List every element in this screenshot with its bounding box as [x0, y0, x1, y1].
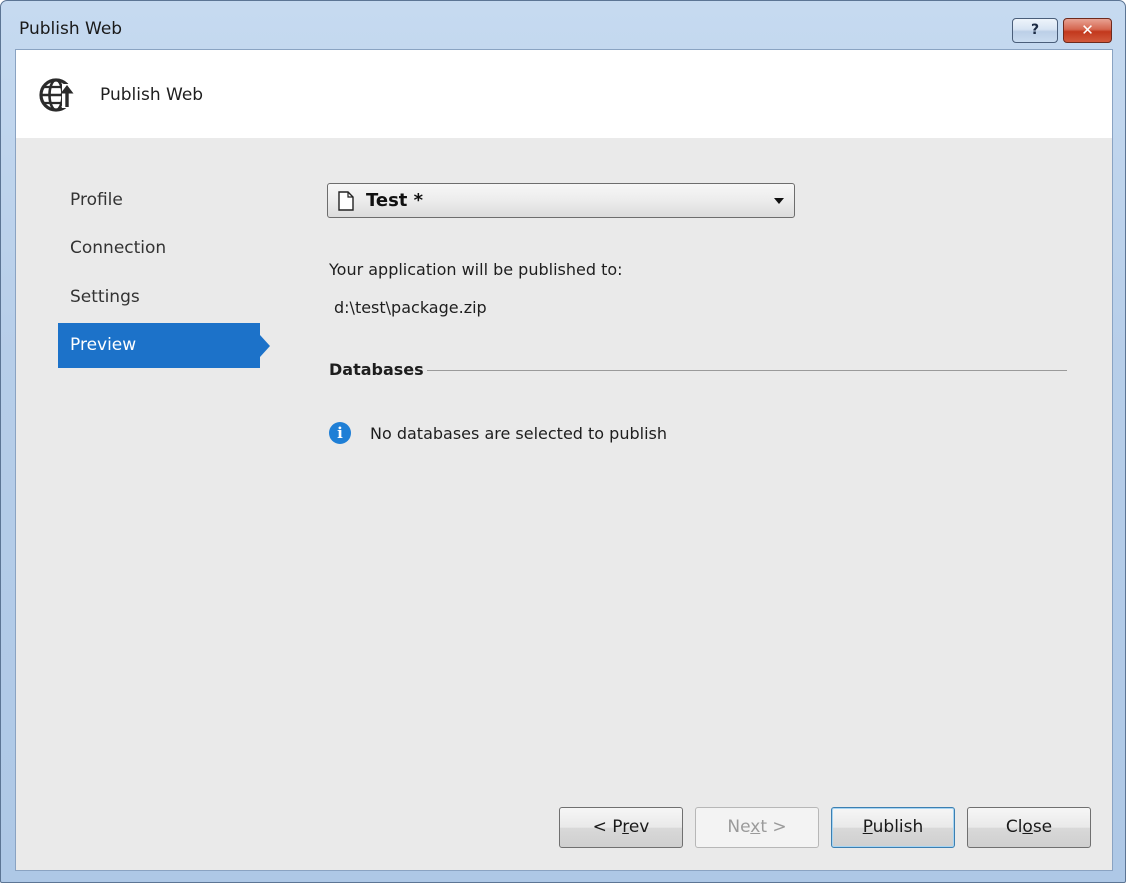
close-label-pre: Cl	[1005, 817, 1023, 837]
dialog-header: Publish Web	[16, 50, 1112, 138]
profile-selected-value: Test *	[366, 190, 424, 211]
publish-path-value: d:\test\package.zip	[334, 298, 487, 317]
next-button[interactable]: Next >	[695, 807, 819, 848]
info-icon: i	[329, 422, 351, 444]
publish-button[interactable]: Publish	[831, 807, 955, 848]
profile-dropdown[interactable]: Test *	[327, 183, 795, 218]
document-icon	[338, 191, 354, 211]
prev-label-accel: r	[622, 817, 629, 837]
nav-item-preview[interactable]: Preview	[58, 323, 270, 368]
publish-label-post: ublish	[872, 817, 924, 837]
close-button[interactable]: Close	[967, 807, 1091, 848]
next-label-post: t >	[760, 817, 787, 837]
nav-item-connection[interactable]: Connection	[58, 226, 260, 271]
publish-to-label: Your application will be published to:	[329, 260, 623, 279]
close-window-button[interactable]: ✕	[1063, 18, 1112, 43]
close-label-accel: o	[1022, 817, 1033, 837]
dialog-client-area: Publish Web Profile Connection Settings …	[15, 49, 1113, 871]
title-bar[interactable]: Publish Web ? ✕	[1, 1, 1125, 49]
help-button[interactable]: ?	[1012, 18, 1058, 43]
prev-label-pre: < P	[592, 817, 623, 837]
chevron-down-icon	[774, 198, 784, 204]
globe-publish-icon	[39, 78, 78, 112]
prev-label-post: ev	[628, 817, 650, 837]
publish-label-accel: P	[862, 817, 873, 837]
publish-web-dialog: Publish Web ? ✕ Publish Web Profile Conn…	[0, 0, 1126, 883]
prev-button[interactable]: < Prev	[559, 807, 683, 848]
section-divider	[427, 370, 1067, 371]
nav-item-profile[interactable]: Profile	[58, 178, 260, 223]
window-title: Publish Web	[19, 19, 123, 39]
nav-item-settings[interactable]: Settings	[58, 275, 260, 320]
close-label-post: se	[1032, 817, 1053, 837]
next-label-pre: Ne	[727, 817, 751, 837]
next-label-accel: x	[750, 817, 761, 837]
databases-section-title: Databases	[329, 360, 424, 379]
databases-message: No databases are selected to publish	[370, 424, 667, 443]
header-title: Publish Web	[100, 85, 204, 105]
